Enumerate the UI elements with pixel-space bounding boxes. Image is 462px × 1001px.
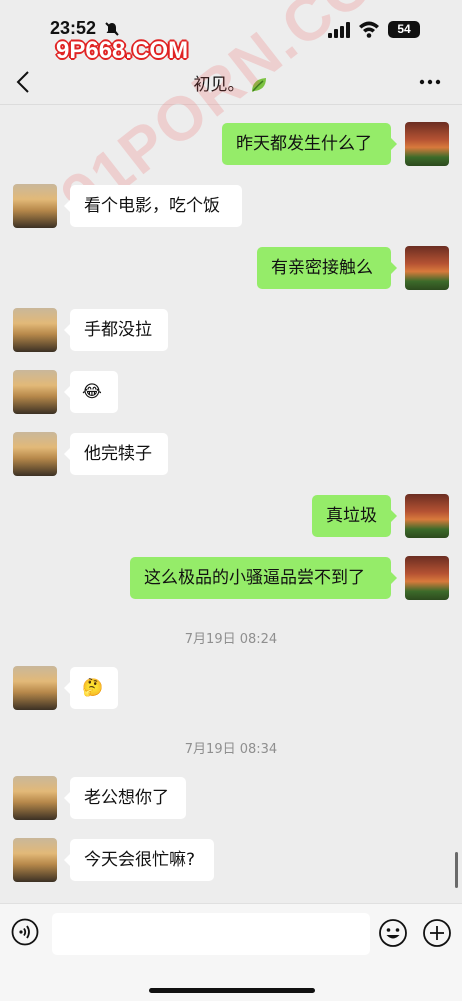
- message-bubble[interactable]: 昨天都发生什么了: [222, 123, 397, 165]
- scrollbar-thumb[interactable]: [455, 852, 458, 888]
- emoji-icon[interactable]: [378, 918, 408, 948]
- timestamp: 7月19日 08:34: [184, 742, 278, 757]
- avatar[interactable]: [13, 184, 57, 228]
- plus-icon[interactable]: [422, 918, 452, 948]
- voice-icon[interactable]: [11, 918, 39, 946]
- chat-header: 初见。: [0, 58, 462, 106]
- status-time: 23:52: [50, 18, 97, 38]
- avatar[interactable]: [405, 494, 449, 538]
- page-title: 初见。: [0, 70, 462, 95]
- message-bubble[interactable]: 😂: [64, 371, 118, 413]
- message-bubble[interactable]: 老公想你了: [64, 777, 186, 819]
- avatar[interactable]: [13, 432, 57, 476]
- avatar[interactable]: [13, 776, 57, 820]
- message-input[interactable]: [52, 913, 370, 955]
- message-bubble[interactable]: 他完犊子: [64, 433, 168, 475]
- more-dots-icon[interactable]: [418, 70, 442, 94]
- message-bubble[interactable]: 有亲密接触么: [257, 247, 397, 289]
- avatar[interactable]: [13, 308, 57, 352]
- message-bubble[interactable]: 看个电影，吃个饭: [64, 185, 242, 227]
- avatar[interactable]: [13, 370, 57, 414]
- timestamp: 7月19日 08:24: [184, 632, 278, 647]
- wifi-icon: [359, 21, 379, 38]
- input-bar: [0, 903, 462, 1001]
- message-bubble[interactable]: 真垃圾: [312, 495, 397, 537]
- header-divider: [0, 104, 462, 105]
- bell-muted-icon: [105, 22, 119, 36]
- message-bubble[interactable]: 手都没拉: [64, 309, 168, 351]
- avatar[interactable]: [405, 556, 449, 600]
- avatar[interactable]: [405, 122, 449, 166]
- avatar[interactable]: [13, 666, 57, 710]
- signal-icon: [328, 22, 350, 38]
- message-bubble[interactable]: 这么极品的小骚逼品尝不到了: [130, 557, 397, 599]
- chat-title-text: 初见。: [193, 75, 245, 95]
- leaf-icon: [251, 78, 266, 92]
- battery-indicator: 54: [388, 21, 420, 38]
- message-bubble[interactable]: 🤔: [64, 667, 118, 709]
- home-indicator: [149, 988, 315, 993]
- avatar[interactable]: [405, 246, 449, 290]
- avatar[interactable]: [13, 838, 57, 882]
- message-bubble[interactable]: 今天会很忙嘛?: [64, 839, 214, 881]
